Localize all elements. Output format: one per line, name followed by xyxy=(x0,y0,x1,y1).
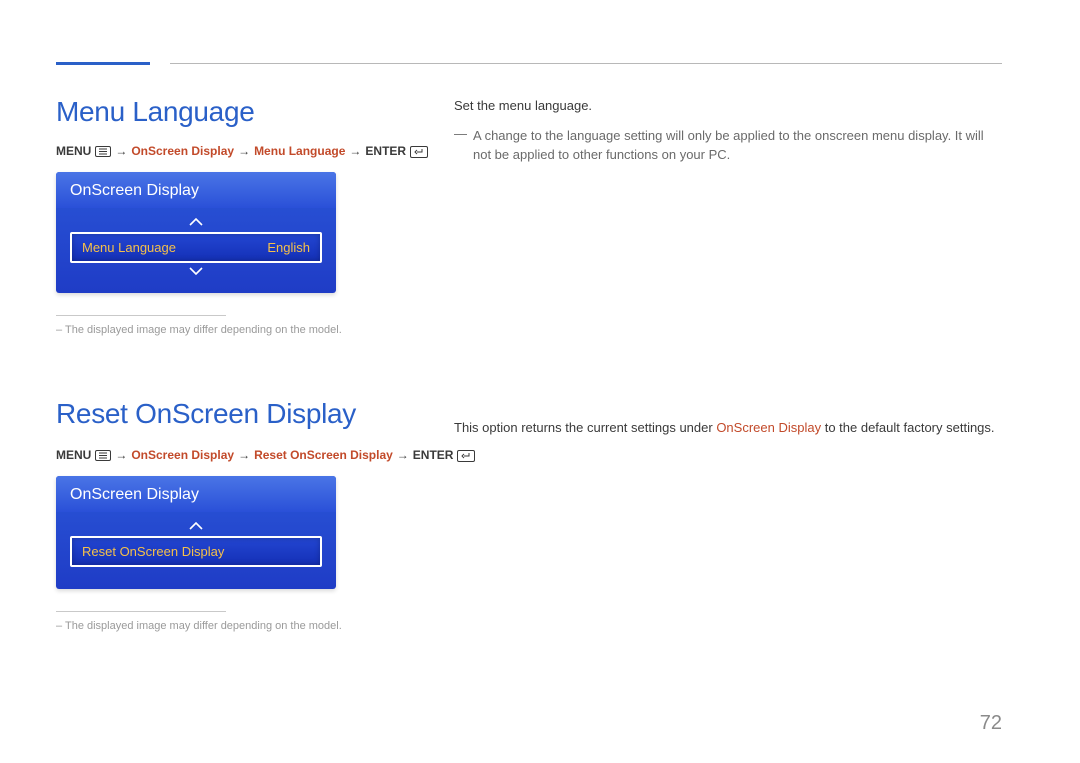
breadcrumb-menu-label: MENU xyxy=(56,448,91,462)
chevron-up-icon[interactable] xyxy=(70,518,322,536)
osd-row-value: English xyxy=(267,240,310,255)
description-para-post: to the default factory settings. xyxy=(821,420,994,435)
description-para-highlight: OnScreen Display xyxy=(716,420,821,435)
osd-panel-reset-onscreen: OnScreen Display Reset OnScreen Display xyxy=(56,476,336,589)
note-text: A change to the language setting will on… xyxy=(473,126,1002,165)
note-dash-icon: ― xyxy=(454,126,467,165)
osd-body: Menu Language English xyxy=(56,208,336,293)
page-number: 72 xyxy=(980,712,1002,735)
description-para-pre: This option returns the current settings… xyxy=(454,420,716,435)
breadcrumb-enter-label: ENTER xyxy=(365,144,406,158)
breadcrumb-segment: OnScreen Display xyxy=(131,448,234,462)
enter-icon xyxy=(410,144,428,158)
header-rule-accent xyxy=(56,62,150,65)
chevron-down-icon[interactable] xyxy=(70,263,322,281)
breadcrumb-arrow: → xyxy=(115,144,127,158)
osd-row-menu-language[interactable]: Menu Language English xyxy=(70,232,322,263)
page-content: Menu Language MENU → OnScreen Display → … xyxy=(56,96,1002,763)
footnote-text: The displayed image may differ depending… xyxy=(56,324,1002,336)
document-page: Menu Language MENU → OnScreen Display → … xyxy=(0,0,1080,763)
osd-panel-menu-language: OnScreen Display Menu Language English xyxy=(56,172,336,293)
description-menu-language: Set the menu language. ― A change to the… xyxy=(454,96,1002,165)
menu-icon xyxy=(95,448,111,462)
breadcrumb-enter-label: ENTER xyxy=(413,448,454,462)
header-rule xyxy=(170,63,1002,64)
osd-row-label: Reset OnScreen Display xyxy=(82,544,224,559)
footnote-rule xyxy=(56,315,226,316)
description-para: This option returns the current settings… xyxy=(454,418,1002,438)
breadcrumb-arrow: → xyxy=(349,144,361,158)
breadcrumb-segment: Menu Language xyxy=(254,144,345,158)
breadcrumb-arrow: → xyxy=(238,448,250,462)
breadcrumb-menu-label: MENU xyxy=(56,144,91,158)
osd-body: Reset OnScreen Display xyxy=(56,512,336,589)
osd-title: OnScreen Display xyxy=(56,476,336,512)
breadcrumb-segment: Reset OnScreen Display xyxy=(254,448,393,462)
osd-title: OnScreen Display xyxy=(56,172,336,208)
breadcrumb-reset-onscreen: MENU → OnScreen Display → Reset OnScreen… xyxy=(56,448,1002,462)
footnote-rule xyxy=(56,611,226,612)
breadcrumb-segment: OnScreen Display xyxy=(131,144,234,158)
osd-row-label: Menu Language xyxy=(82,240,176,255)
breadcrumb-arrow: → xyxy=(238,144,250,158)
menu-icon xyxy=(95,144,111,158)
enter-icon xyxy=(457,448,475,462)
footnote-text: The displayed image may differ depending… xyxy=(56,620,1002,632)
chevron-up-icon[interactable] xyxy=(70,214,322,232)
breadcrumb-arrow: → xyxy=(115,448,127,462)
left-column: Menu Language MENU → OnScreen Display → … xyxy=(56,96,1002,632)
description-para: Set the menu language. xyxy=(454,96,1002,116)
description-note: ― A change to the language setting will … xyxy=(454,126,1002,165)
osd-row-reset-onscreen[interactable]: Reset OnScreen Display xyxy=(70,536,322,567)
breadcrumb-arrow: → xyxy=(397,448,409,462)
description-reset-onscreen: This option returns the current settings… xyxy=(454,418,1002,438)
